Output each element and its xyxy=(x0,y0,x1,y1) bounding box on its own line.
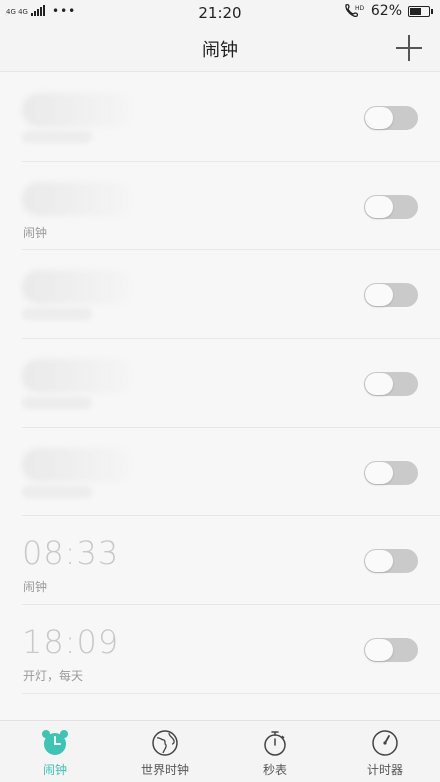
tab-world-clock[interactable]: 世界时钟 xyxy=(110,721,220,782)
app-header: 闹钟 xyxy=(0,24,440,72)
page-title: 闹钟 xyxy=(202,40,238,61)
blurred-time xyxy=(22,93,132,127)
alarm-row[interactable] xyxy=(22,428,440,517)
alarm-label: 闹钟 xyxy=(23,225,48,240)
tab-label: 闹钟 xyxy=(42,763,67,777)
alarm-toggle[interactable] xyxy=(364,106,418,130)
svg-text:HD: HD xyxy=(355,5,365,12)
alarm-row[interactable]: 08:33 闹钟 xyxy=(22,516,440,606)
toggle-knob xyxy=(365,373,393,396)
bottom-tab-bar: 闹钟 世界时钟 秒表 计时器 xyxy=(0,720,440,782)
toggle-knob xyxy=(365,284,393,307)
alarm-row[interactable]: 18:09 开灯，每天 xyxy=(22,605,440,694)
phone-hd-icon: HD xyxy=(345,3,365,17)
tab-label: 秒表 xyxy=(262,763,287,777)
alarm-time: 08:33 xyxy=(22,534,120,573)
globe-icon xyxy=(152,730,178,756)
plus-icon[interactable] xyxy=(396,35,422,61)
alarm-toggle[interactable] xyxy=(364,460,418,485)
stopwatch-icon xyxy=(264,731,286,756)
battery-icon xyxy=(408,5,433,17)
tab-timer[interactable]: 计时器 xyxy=(330,721,440,782)
alarm-label: 闹钟 xyxy=(23,580,48,595)
blurred-time xyxy=(22,447,132,482)
blurred-label xyxy=(22,397,92,410)
alarm-toggle[interactable] xyxy=(364,372,418,397)
toggle-knob xyxy=(365,195,393,218)
alarm-label: 开灯，每天 xyxy=(23,669,84,684)
blurred-label xyxy=(22,308,92,321)
toggle-knob xyxy=(365,550,393,573)
alarm-row[interactable] xyxy=(22,250,440,340)
blurred-time xyxy=(22,359,132,394)
alarm-toggle[interactable] xyxy=(364,638,418,663)
toggle-knob xyxy=(365,461,393,484)
blurred-label xyxy=(22,131,92,143)
blurred-label xyxy=(22,485,92,498)
alarm-clock-icon xyxy=(42,730,68,755)
tab-label: 计时器 xyxy=(366,763,403,777)
alarm-toggle[interactable] xyxy=(364,549,418,574)
alarm-time: 18:09 xyxy=(22,623,120,662)
alarm-toggle[interactable] xyxy=(364,283,418,308)
blurred-time xyxy=(22,270,132,305)
status-bar: 4G 4G ••• 21:20 HD 62% xyxy=(0,0,440,24)
timer-icon xyxy=(372,730,398,756)
alarm-row[interactable]: 闹钟 xyxy=(22,162,440,251)
alarm-list: 闹钟 08:33 闹钟 18:09 开灯，每天 xyxy=(0,73,440,694)
toggle-knob xyxy=(365,107,393,129)
toggle-knob xyxy=(365,639,393,662)
tab-label: 世界时钟 xyxy=(140,763,189,777)
tab-stopwatch[interactable]: 秒表 xyxy=(220,721,330,782)
alarm-row[interactable] xyxy=(22,73,440,162)
alarm-toggle[interactable] xyxy=(364,194,418,219)
blurred-time xyxy=(22,181,132,216)
battery-percent: 62% xyxy=(370,3,402,19)
alarm-row[interactable] xyxy=(22,339,440,428)
tab-alarm[interactable]: 闹钟 xyxy=(0,721,110,782)
